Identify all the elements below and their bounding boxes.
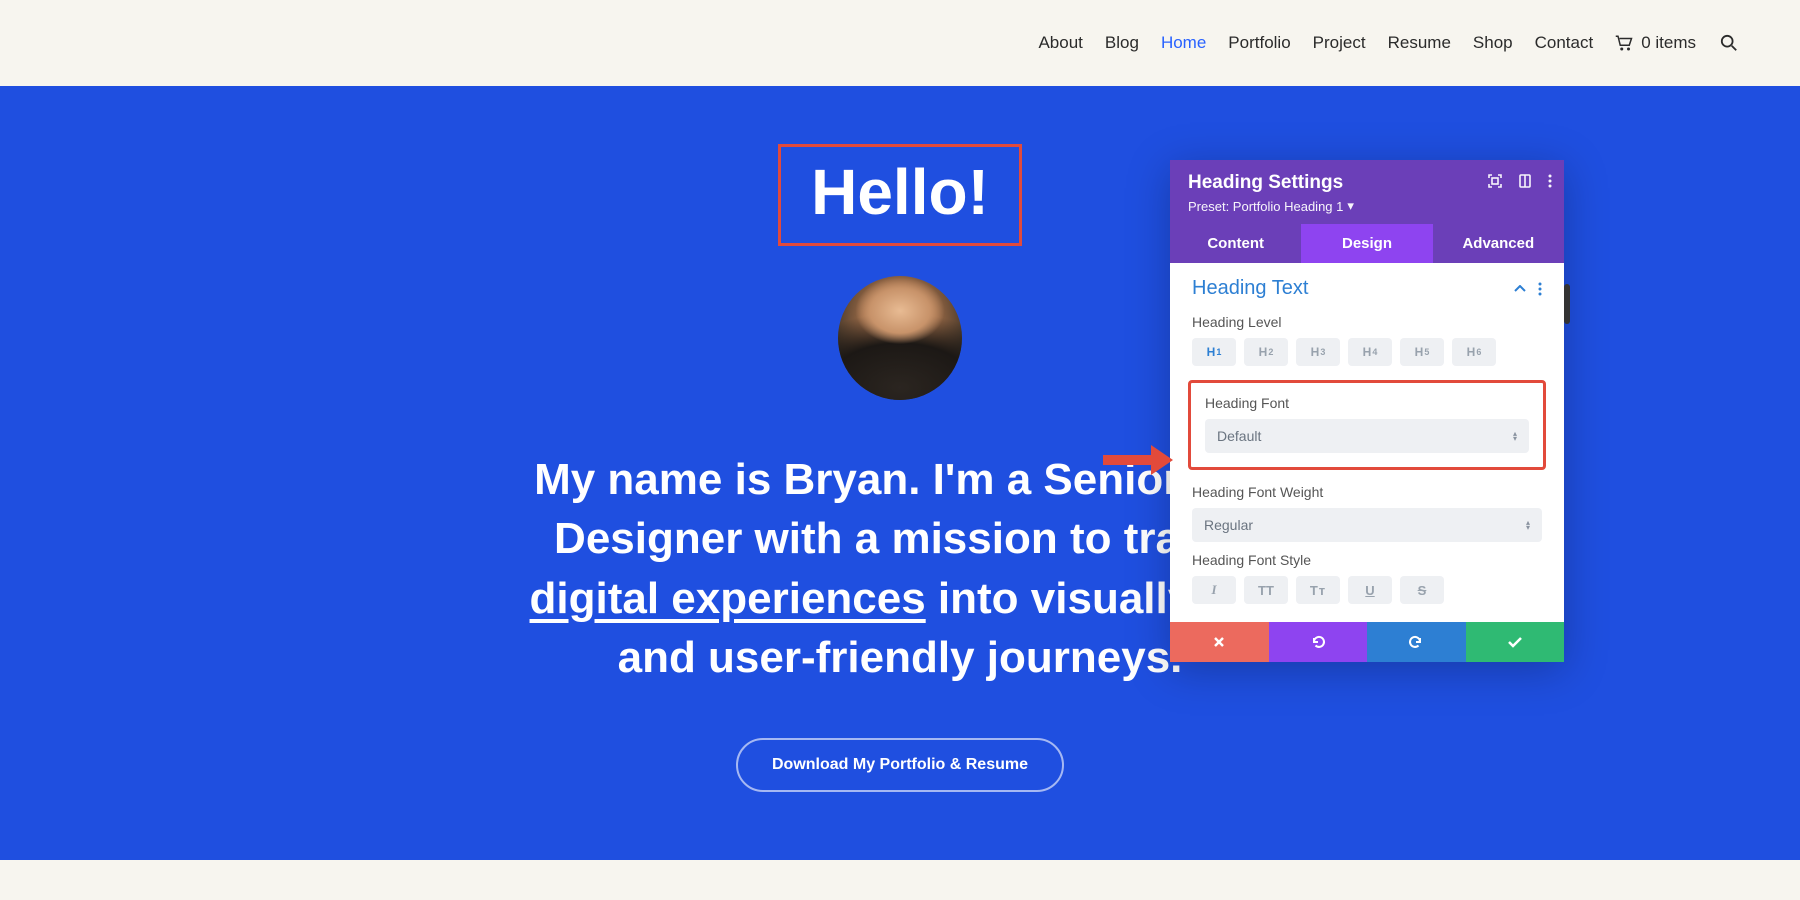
cart-link[interactable]: 0 items — [1615, 33, 1696, 53]
heading-font-weight-select[interactable]: Regular ▴▾ — [1192, 508, 1542, 542]
redo-icon — [1408, 634, 1424, 650]
nav-project[interactable]: Project — [1313, 33, 1366, 53]
panel-body: Heading Text Heading Level H1 H2 H3 H4 H… — [1170, 263, 1564, 622]
heading-level-label: Heading Level — [1192, 314, 1542, 330]
redo-button[interactable] — [1367, 622, 1466, 662]
heading-level-h2[interactable]: H2 — [1244, 338, 1288, 366]
intro-line-4: and user-friendly journeys. — [618, 633, 1183, 682]
expand-icon[interactable] — [1488, 174, 1502, 188]
heading-font-style-label: Heading Font Style — [1192, 552, 1542, 568]
cancel-button[interactable] — [1170, 622, 1269, 662]
intro-line-3-link: digital experiences — [530, 574, 926, 623]
chevron-down-icon: ▾ — [1347, 198, 1354, 214]
chevron-up-icon[interactable] — [1514, 285, 1526, 293]
heading-level-h5[interactable]: H5 — [1400, 338, 1444, 366]
panel-actions — [1170, 622, 1564, 662]
nav-blog[interactable]: Blog — [1105, 33, 1139, 53]
undo-icon — [1310, 634, 1326, 650]
panel-scrollbar[interactable] — [1564, 284, 1570, 324]
heading-level-h4[interactable]: H4 — [1348, 338, 1392, 366]
style-underline-button[interactable]: U — [1348, 576, 1392, 604]
nav-resume[interactable]: Resume — [1388, 33, 1451, 53]
panel-preset-label: Preset: Portfolio Heading 1 — [1188, 199, 1343, 214]
search-icon — [1720, 34, 1738, 52]
heading-font-weight-value: Regular — [1204, 517, 1253, 533]
heading-font-select[interactable]: Default ▴▾ — [1205, 419, 1529, 453]
nav-home[interactable]: Home — [1161, 33, 1206, 53]
heading-level-h3[interactable]: H3 — [1296, 338, 1340, 366]
check-icon — [1507, 636, 1523, 648]
tab-design[interactable]: Design — [1301, 224, 1432, 263]
nav-shop[interactable]: Shop — [1473, 33, 1513, 53]
style-italic-button[interactable]: I — [1192, 576, 1236, 604]
heading-font-weight-label: Heading Font Weight — [1192, 484, 1542, 500]
top-nav: About Blog Home Portfolio Project Resume… — [0, 0, 1800, 86]
panel-preset[interactable]: Preset: Portfolio Heading 1 ▾ — [1188, 198, 1354, 214]
heading-level-h6[interactable]: H6 — [1452, 338, 1496, 366]
nav-portfolio[interactable]: Portfolio — [1228, 33, 1290, 53]
panel-tabs: Content Design Advanced — [1170, 224, 1564, 263]
kebab-icon[interactable] — [1548, 174, 1552, 188]
intro-line-2: Designer with a mission to transf — [554, 514, 1246, 563]
avatar — [838, 276, 962, 400]
undo-button[interactable] — [1269, 622, 1368, 662]
heading-settings-panel: Heading Settings Preset: Portfolio Headi… — [1170, 160, 1564, 662]
heading-font-value: Default — [1217, 428, 1261, 444]
tab-advanced[interactable]: Advanced — [1433, 224, 1564, 263]
hello-highlight-box: Hello! — [778, 144, 1022, 246]
style-strikethrough-button[interactable]: S — [1400, 576, 1444, 604]
heading-font-style-group: I TT Tᴛ U S — [1192, 576, 1542, 604]
panel-header: Heading Settings Preset: Portfolio Headi… — [1170, 160, 1564, 224]
heading-level-group: H1 H2 H3 H4 H5 H6 — [1192, 338, 1542, 366]
nav-about[interactable]: About — [1038, 33, 1082, 53]
section-heading-text[interactable]: Heading Text — [1192, 277, 1308, 300]
search-button[interactable] — [1718, 32, 1740, 54]
select-caret-icon: ▴▾ — [1513, 431, 1517, 441]
intro-line-1: My name is Bryan. I'm a Senior Pro — [534, 455, 1266, 504]
save-button[interactable] — [1466, 622, 1565, 662]
hello-heading[interactable]: Hello! — [811, 155, 989, 229]
cart-icon — [1615, 35, 1633, 51]
style-uppercase-button[interactable]: TT — [1244, 576, 1288, 604]
cart-count: 0 items — [1641, 33, 1696, 53]
tablet-icon[interactable] — [1518, 174, 1532, 188]
nav-contact[interactable]: Contact — [1535, 33, 1594, 53]
style-smallcaps-button[interactable]: Tᴛ — [1296, 576, 1340, 604]
kebab-icon[interactable] — [1538, 282, 1542, 296]
tab-content[interactable]: Content — [1170, 224, 1301, 263]
heading-level-h1[interactable]: H1 — [1192, 338, 1236, 366]
select-caret-icon: ▴▾ — [1526, 520, 1530, 530]
download-portfolio-button[interactable]: Download My Portfolio & Resume — [736, 738, 1064, 792]
heading-font-highlight-box: Heading Font Default ▴▾ — [1188, 380, 1546, 470]
close-icon — [1212, 635, 1226, 649]
heading-font-label: Heading Font — [1205, 395, 1529, 411]
